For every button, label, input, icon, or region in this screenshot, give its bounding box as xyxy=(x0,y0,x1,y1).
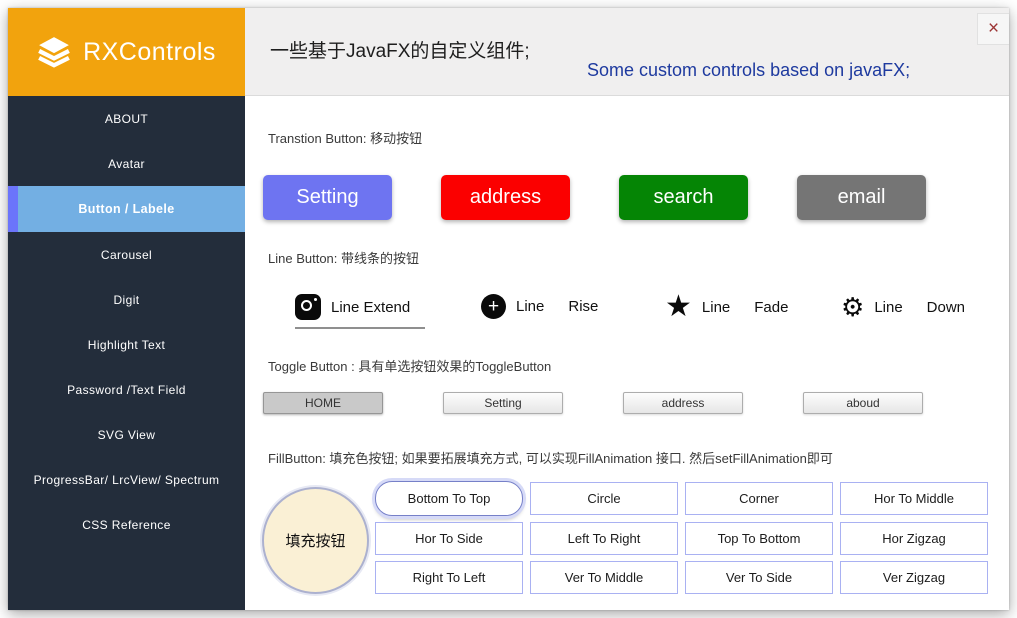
line-button-rise[interactable]: + Line Rise xyxy=(481,294,598,319)
fill-button-ver-to-side[interactable]: Ver To Side xyxy=(685,561,833,594)
fill-button-ver-to-middle[interactable]: Ver To Middle xyxy=(530,561,678,594)
line-button-label2: Fade xyxy=(754,299,788,316)
active-indicator-bar xyxy=(8,186,18,232)
sidebar-item-progressbar-lrcview-spectrum[interactable]: ProgressBar/ LrcView/ Spectrum xyxy=(8,457,245,502)
camera-icon xyxy=(295,294,321,320)
line-extend-underline xyxy=(295,327,425,330)
line-button-extend[interactable]: Line Extend xyxy=(295,294,410,320)
transition-button-address[interactable]: address xyxy=(441,175,570,220)
sidebar-item-label: Button / Labele xyxy=(78,202,174,216)
camera-flash-dot xyxy=(314,298,317,301)
fill-button-ver-zigzag[interactable]: Ver Zigzag xyxy=(840,561,988,594)
app-title: RXControls xyxy=(83,38,216,67)
sidebar-item-svg-view[interactable]: SVG View xyxy=(8,412,245,457)
fill-button-bottom-to-top[interactable]: Bottom To Top xyxy=(375,481,523,516)
fill-circle-button[interactable]: 填充按钮 xyxy=(262,487,369,594)
app-window: RXControls 一些基于JavaFX的自定义组件; Some custom… xyxy=(8,8,1009,610)
header-subtitle-en: Some custom controls based on javaFX; xyxy=(587,60,910,81)
transition-button-email[interactable]: email xyxy=(797,175,926,220)
fill-button-top-to-bottom[interactable]: Top To Bottom xyxy=(685,522,833,555)
toggle-button-setting[interactable]: Setting xyxy=(443,392,563,414)
section-label-line-button: Line Button: 带线条的按钮 xyxy=(268,248,419,267)
logo-area: RXControls xyxy=(8,8,245,96)
transition-button-setting[interactable]: Setting xyxy=(263,175,392,220)
toggle-button-address[interactable]: address xyxy=(623,392,743,414)
sidebar-item-avatar[interactable]: Avatar xyxy=(8,141,245,186)
toggle-button-aboud[interactable]: aboud xyxy=(803,392,923,414)
gear-icon: ⚙ xyxy=(841,294,864,320)
sidebar-item-button-labele[interactable]: Button / Labele xyxy=(8,186,245,232)
toggle-button-home[interactable]: HOME xyxy=(263,392,383,414)
line-button-label: Line xyxy=(702,299,730,316)
line-button-label: Line Extend xyxy=(331,299,410,316)
fill-button-hor-to-middle[interactable]: Hor To Middle xyxy=(840,482,988,515)
line-button-label: Line xyxy=(516,298,544,315)
sidebar-item-css-reference[interactable]: CSS Reference xyxy=(8,502,245,547)
sidebar-item-carousel[interactable]: Carousel xyxy=(8,232,245,277)
line-button-label: Line xyxy=(874,299,902,316)
sidebar-item-digit[interactable]: Digit xyxy=(8,277,245,322)
fill-button-corner[interactable]: Corner xyxy=(685,482,833,515)
close-button[interactable]: × xyxy=(977,13,1009,45)
section-label-fill-button: FillButton: 填充色按钮; 如果要拓展填充方式, 可以实现FillAn… xyxy=(268,448,833,467)
sidebar-item-password-textfield[interactable]: Password /Text Field xyxy=(8,367,245,412)
close-icon: × xyxy=(988,18,999,40)
fill-button-hor-to-side[interactable]: Hor To Side xyxy=(375,522,523,555)
plus-circle-icon: + xyxy=(481,294,506,319)
sidebar-item-highlight-text[interactable]: Highlight Text xyxy=(8,322,245,367)
fill-button-left-to-right[interactable]: Left To Right xyxy=(530,522,678,555)
fill-button-hor-zigzag[interactable]: Hor Zigzag xyxy=(840,522,988,555)
section-label-transition-button: Transtion Button: 移动按钮 xyxy=(268,128,422,147)
main-panel: Transtion Button: 移动按钮 Setting address s… xyxy=(245,96,1009,610)
fill-circle-label: 填充按钮 xyxy=(285,530,345,551)
header-bar: 一些基于JavaFX的自定义组件; Some custom controls b… xyxy=(245,8,1009,96)
line-button-down[interactable]: ⚙ Line Down xyxy=(841,294,965,320)
fill-button-right-to-left[interactable]: Right To Left xyxy=(375,561,523,594)
line-button-label2: Rise xyxy=(568,298,598,315)
star-icon: ★ xyxy=(665,294,692,320)
camera-lens xyxy=(301,300,312,311)
line-button-label2: Down xyxy=(927,299,965,316)
transition-button-search[interactable]: search xyxy=(619,175,748,220)
fill-button-circle[interactable]: Circle xyxy=(530,482,678,515)
header-title-cn: 一些基于JavaFX的自定义组件; xyxy=(270,36,530,63)
sidebar: ABOUT Avatar Button / Labele Carousel Di… xyxy=(8,96,245,610)
section-label-toggle-button: Toggle Button : 具有单选按钮效果的ToggleButton xyxy=(268,356,551,375)
line-button-fade[interactable]: ★ Line Fade xyxy=(665,294,788,320)
layers-icon xyxy=(37,35,71,69)
sidebar-item-about[interactable]: ABOUT xyxy=(8,96,245,141)
